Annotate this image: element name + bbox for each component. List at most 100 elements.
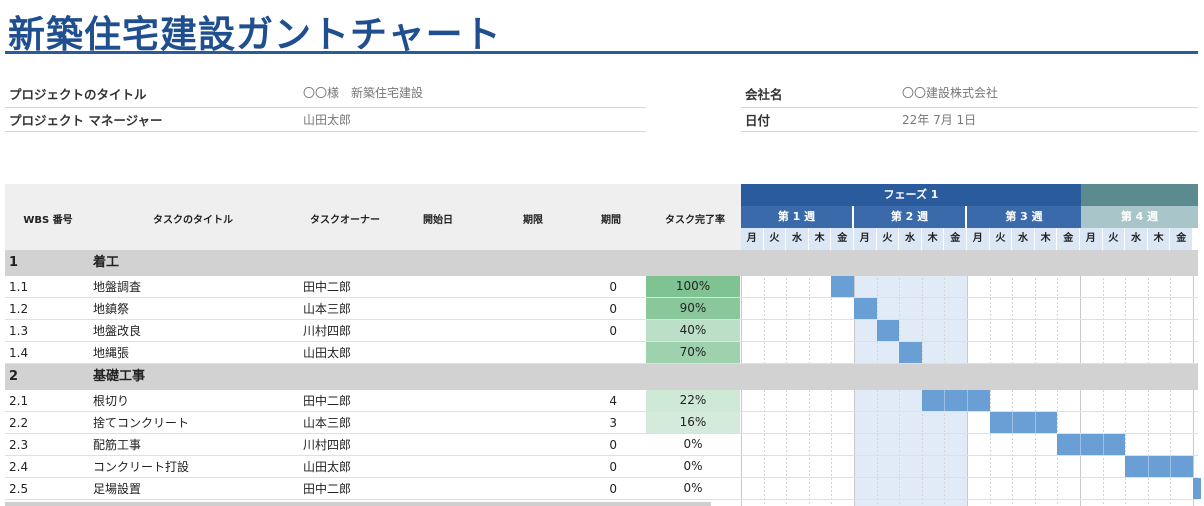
manager-value[interactable]: 山田太郎 <box>303 111 351 128</box>
day-header: 金 <box>1170 228 1193 250</box>
horizontal-scrollbar[interactable] <box>5 502 711 506</box>
day-header: 金 <box>944 228 967 250</box>
task-bar[interactable] <box>831 276 854 297</box>
company-label: 会社名 <box>745 87 783 102</box>
task-duration <box>593 342 617 364</box>
wbs-number: 1.4 <box>9 346 29 360</box>
date-label: 日付 <box>745 113 771 128</box>
task-title: 地鎮祭 <box>93 302 130 316</box>
day-header: 木 <box>1147 228 1171 250</box>
page-title: 新築住宅建設ガントチャート <box>8 13 502 56</box>
day-header: 水 <box>1125 228 1148 250</box>
task-bar[interactable] <box>989 412 1058 433</box>
info-divider <box>5 107 646 108</box>
task-progress: 100% <box>646 276 740 297</box>
info-divider <box>5 131 646 132</box>
task-duration: 0 <box>609 482 617 496</box>
task-title: コンクリート打設 <box>93 460 190 474</box>
day-header: 水 <box>899 228 922 250</box>
task-bar[interactable] <box>876 320 900 341</box>
week-2-header: 第 2 週 <box>854 206 966 228</box>
column-header-start: 開始日 <box>423 215 453 226</box>
task-owner: 山本三郎 <box>303 302 352 316</box>
day-header: 木 <box>808 228 832 250</box>
task-duration: 4 <box>609 394 617 408</box>
task-bar-divider <box>1102 434 1104 455</box>
task-title: 配筋工事 <box>93 438 142 452</box>
task-title: 地盤改良 <box>93 324 142 338</box>
task-title: 地縄張 <box>93 346 130 360</box>
task-progress: 70% <box>646 342 740 363</box>
task-progress: 16% <box>646 412 740 433</box>
task-bar-divider <box>944 390 946 411</box>
table-row[interactable]: 1.2 地鎮祭 山本三郎 0 90% <box>5 298 1198 320</box>
category-row[interactable]: 1 着工 <box>5 250 1198 276</box>
task-duration: 0 <box>609 438 617 452</box>
day-header: 木 <box>1034 228 1058 250</box>
task-title: 根切り <box>93 394 130 408</box>
task-bar[interactable] <box>921 390 990 411</box>
day-header: 水 <box>786 228 809 250</box>
task-bar[interactable] <box>854 298 877 319</box>
task-duration: 3 <box>609 416 617 430</box>
day-header: 火 <box>1102 228 1126 250</box>
day-header: 金 <box>1057 228 1080 250</box>
table-row[interactable]: 2.3 配筋工事 川村四郎 0 0% <box>5 434 1198 456</box>
column-header-owner: タスクオーナー <box>310 215 380 226</box>
task-duration: 0 <box>609 280 617 294</box>
task-bar-divider <box>1080 434 1081 455</box>
task-bar-divider <box>967 390 968 411</box>
table-row[interactable]: 2.4 コンクリート打設 山田太郎 0 0% <box>5 456 1198 478</box>
wbs-number: 1.3 <box>9 324 29 338</box>
task-owner: 田中二郎 <box>303 482 352 496</box>
task-progress: 40% <box>646 320 740 341</box>
task-bar[interactable] <box>1193 478 1201 499</box>
task-bar[interactable] <box>1057 434 1126 455</box>
day-header: 火 <box>876 228 900 250</box>
task-title: 基礎工事 <box>93 369 146 384</box>
wbs-number: 2.2 <box>9 416 29 430</box>
task-title: 地盤調査 <box>93 280 142 294</box>
task-progress: 0% <box>683 459 703 473</box>
wbs-number: 2.5 <box>9 482 29 496</box>
task-bar-divider <box>1147 456 1149 477</box>
task-duration: 0 <box>609 324 617 338</box>
category-row[interactable]: 2 基礎工事 <box>5 364 1198 390</box>
task-owner: 山本三郎 <box>303 416 352 430</box>
project-title-value[interactable]: 〇〇様 新築住宅建設 <box>303 84 423 101</box>
task-duration: 0 <box>609 460 617 474</box>
day-header: 月 <box>854 228 877 250</box>
week-4-header: 第 4 週 <box>1081 206 1198 228</box>
task-title: 着工 <box>93 255 120 270</box>
table-row[interactable]: 1.3 地盤改良 川村四郎 0 40% <box>5 320 1198 342</box>
company-value[interactable]: 〇〇建設株式会社 <box>902 84 998 101</box>
table-row[interactable]: 1.4 地縄張 山田太郎 70% <box>5 342 1198 364</box>
task-duration: 0 <box>609 302 617 316</box>
column-header-progress: タスク完了率 <box>665 215 725 226</box>
task-bar-divider <box>1170 456 1172 477</box>
column-header-due: 期限 <box>523 215 543 226</box>
phase-1-header: フェーズ 1 <box>741 184 1081 206</box>
table-row[interactable]: 1.1 地盤調査 田中二郎 0 100% <box>5 276 1198 298</box>
day-header: 月 <box>967 228 990 250</box>
column-header-duration: 期間 <box>601 215 621 226</box>
task-title: 足場設置 <box>93 482 142 496</box>
info-divider <box>741 131 1198 132</box>
wbs-number: 2.3 <box>9 438 29 452</box>
day-header: 月 <box>1080 228 1103 250</box>
task-owner: 山田太郎 <box>303 346 352 360</box>
task-bar-divider <box>1034 412 1036 433</box>
title-divider <box>5 51 1198 54</box>
project-title-label: プロジェクトのタイトル <box>9 87 147 102</box>
task-bar[interactable] <box>899 342 922 363</box>
task-owner: 川村四郎 <box>303 438 352 452</box>
table-row[interactable]: 2.1 根切り 田中二郎 4 22% <box>5 390 1198 412</box>
date-value[interactable]: 22年 7月 1日 <box>902 111 976 128</box>
table-row[interactable]: 2.5 足場設置 田中二郎 0 0% <box>5 478 1198 500</box>
task-owner: 田中二郎 <box>303 394 352 408</box>
wbs-number: 1.1 <box>9 280 29 294</box>
task-progress: 0% <box>683 481 703 495</box>
column-header-task: タスクのタイトル <box>153 215 233 226</box>
wbs-number: 2.4 <box>9 460 29 474</box>
task-bar[interactable] <box>1125 456 1193 477</box>
